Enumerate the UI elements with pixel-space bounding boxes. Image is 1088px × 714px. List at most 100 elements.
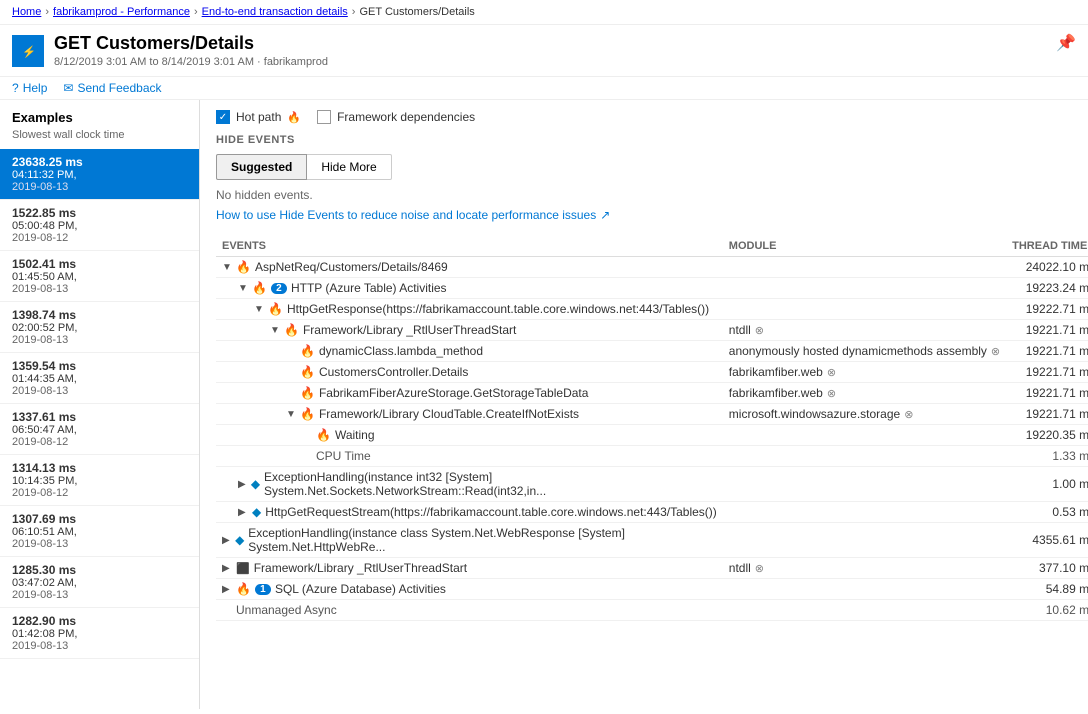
toggle-arrow[interactable]: ▶ (238, 507, 248, 518)
sidebar-item-1[interactable]: 1522.85 ms 05:00:48 PM, 2019-08-12 (0, 200, 199, 251)
table-row[interactable]: ▼ 🔥 2 HTTP (Azure Table) Activities 1922… (216, 278, 1088, 299)
sidebar-item-ms: 1314.13 ms (12, 461, 187, 475)
hot-path-flame-icon: 🔥 (287, 111, 301, 124)
module-cell (723, 257, 1006, 278)
table-header-row: EVENTS MODULE THREAD TIME TIMEL... (216, 236, 1088, 257)
hot-path-checkbox[interactable]: ✓ (216, 110, 230, 124)
sidebar-item-time: 01:42:08 PM, (12, 628, 187, 640)
table-row[interactable]: ▶ ⬛ Framework/Library _RtlUserThreadStar… (216, 558, 1088, 579)
hot-path-filter[interactable]: ✓ Hot path 🔥 (216, 110, 301, 124)
framework-deps-filter[interactable]: Framework dependencies (317, 110, 475, 124)
sidebar-item-date: 2019-08-12 (12, 436, 187, 448)
sidebar-item-5[interactable]: 1337.61 ms 06:50:47 AM, 2019-08-12 (0, 404, 199, 455)
sidebar-item-time: 03:47:02 AM, (12, 577, 187, 589)
toggle-arrow[interactable]: ▼ (286, 409, 296, 420)
breadcrumb-perf[interactable]: fabrikamprod - Performance (53, 6, 190, 18)
module-cell: ntdll ⊗ (723, 320, 1006, 341)
module-remove-icon[interactable]: ⊗ (991, 345, 1000, 358)
flame-icon: 🔥 (284, 323, 299, 337)
breadcrumb-home[interactable]: Home (12, 6, 41, 18)
sidebar-item-2[interactable]: 1502.41 ms 01:45:50 AM, 2019-08-13 (0, 251, 199, 302)
table-row[interactable]: 🔥 Waiting 19220.35 ms (216, 425, 1088, 446)
toggle-arrow[interactable]: ▶ (222, 535, 231, 546)
send-feedback-button[interactable]: ✉ Send Feedback (63, 81, 161, 95)
table-row[interactable]: ▶ ◆ ExceptionHandling(instance class Sys… (216, 523, 1088, 558)
thread-time-cell: 19220.35 ms (1006, 425, 1088, 446)
col-thread-time[interactable]: THREAD TIME (1006, 236, 1088, 257)
event-name-cell: Unmanaged Async (216, 600, 723, 621)
pin-icon[interactable]: 📌 (1056, 33, 1076, 53)
module-remove-icon[interactable]: ⊗ (827, 366, 836, 379)
sidebar-item-ms: 23638.25 ms (12, 155, 187, 169)
hide-events-label: HIDE EVENTS (216, 134, 1072, 146)
col-events: EVENTS (216, 236, 723, 257)
event-name: Unmanaged Async (236, 603, 337, 617)
event-name: CustomersController.Details (319, 365, 468, 379)
flame-icon: 🔥 (300, 386, 315, 400)
sidebar-item-7[interactable]: 1307.69 ms 06:10:51 AM, 2019-08-13 (0, 506, 199, 557)
module-remove-icon[interactable]: ⊗ (755, 324, 764, 337)
event-name-cell: 🔥 FabrikamFiberAzureStorage.GetStorageTa… (216, 383, 723, 404)
events-table: EVENTS MODULE THREAD TIME TIMEL... ▼ 🔥 A… (216, 236, 1088, 621)
module-cell (723, 600, 1006, 621)
sidebar-item-6[interactable]: 1314.13 ms 10:14:35 PM, 2019-08-12 (0, 455, 199, 506)
toggle-arrow[interactable]: ▼ (254, 304, 264, 315)
module-cell (723, 523, 1006, 558)
table-row[interactable]: 🔥 dynamicClass.lambda_method anonymously… (216, 341, 1088, 362)
breadcrumb-e2e[interactable]: End-to-end transaction details (202, 6, 348, 18)
breadcrumb-current: GET Customers/Details (359, 6, 474, 18)
table-row[interactable]: CPU Time 1.33 ms (216, 446, 1088, 467)
hide-more-button[interactable]: Hide More (307, 154, 391, 180)
thread-time-cell: 19221.71 ms (1006, 404, 1088, 425)
help-button[interactable]: ? Help (12, 81, 47, 95)
table-row[interactable]: ▶ 🔥 1 SQL (Azure Database) Activities 54… (216, 579, 1088, 600)
sidebar-item-date: 2019-08-13 (12, 283, 187, 295)
flame-icon: 🔥 (300, 365, 315, 379)
toggle-arrow[interactable]: ▼ (222, 262, 232, 273)
page-subtitle: 8/12/2019 3:01 AM to 8/14/2019 3:01 AM ·… (54, 56, 328, 68)
table-row[interactable]: 🔥 FabrikamFiberAzureStorage.GetStorageTa… (216, 383, 1088, 404)
sidebar-item-date: 2019-08-12 (12, 232, 187, 244)
table-row[interactable]: 🔥 CustomersController.Details fabrikamfi… (216, 362, 1088, 383)
event-name-cell: ▼ 🔥 Framework/Library _RtlUserThreadStar… (216, 320, 723, 341)
module-cell: fabrikamfiber.web ⊗ (723, 362, 1006, 383)
table-row[interactable]: ▼ 🔥 Framework/Library CloudTable.CreateI… (216, 404, 1088, 425)
help-icon: ? (12, 81, 19, 95)
table-row[interactable]: ▼ 🔥 Framework/Library _RtlUserThreadStar… (216, 320, 1088, 341)
sidebar-item-0[interactable]: 23638.25 ms 04:11:32 PM, 2019-08-13 (0, 149, 199, 200)
suggested-button[interactable]: Suggested (216, 154, 307, 180)
sidebar-item-3[interactable]: 1398.74 ms 02:00:52 PM, 2019-08-13 (0, 302, 199, 353)
sidebar-item-time: 10:14:35 PM, (12, 475, 187, 487)
sidebar-item-date: 2019-08-12 (12, 487, 187, 499)
sidebar-item-8[interactable]: 1285.30 ms 03:47:02 AM, 2019-08-13 (0, 557, 199, 608)
module-remove-icon[interactable]: ⊗ (755, 562, 764, 575)
toggle-arrow[interactable]: ▼ (238, 283, 248, 294)
table-row[interactable]: Unmanaged Async 10.62 ms (216, 600, 1088, 621)
sidebar-item-9[interactable]: 1282.90 ms 01:42:08 PM, 2019-08-13 (0, 608, 199, 659)
table-row[interactable]: ▶ ◆ ExceptionHandling(instance int32 [Sy… (216, 467, 1088, 502)
framework-deps-checkbox[interactable] (317, 110, 331, 124)
module-remove-icon[interactable]: ⊗ (827, 387, 836, 400)
table-row[interactable]: ▼ 🔥 AspNetReq/Customers/Details/8469 240… (216, 257, 1088, 278)
col-module: MODULE (723, 236, 1006, 257)
module-cell: anonymously hosted dynamicmethods assemb… (723, 341, 1006, 362)
event-name-cell: ▼ 🔥 AspNetReq/Customers/Details/8469 (216, 257, 723, 278)
toggle-arrow[interactable]: ▶ (222, 563, 232, 574)
module-remove-icon[interactable]: ⊗ (904, 408, 913, 421)
toggle-arrow[interactable]: ▶ (238, 479, 247, 490)
toolbar: ? Help ✉ Send Feedback (0, 77, 1088, 100)
table-row[interactable]: ▶ ◆ HttpGetRequestStream(https://fabrika… (216, 502, 1088, 523)
sidebar-subtitle: Slowest wall clock time (0, 129, 199, 149)
event-name-cell: ▼ 🔥 HttpGetResponse(https://fabrikamacco… (216, 299, 723, 320)
hide-events-buttons: Suggested Hide More (216, 154, 1072, 180)
table-row[interactable]: ▼ 🔥 HttpGetResponse(https://fabrikamacco… (216, 299, 1088, 320)
sidebar-item-4[interactable]: 1359.54 ms 01:44:35 AM, 2019-08-13 (0, 353, 199, 404)
hide-events-link[interactable]: How to use Hide Events to reduce noise a… (216, 208, 1072, 222)
event-name-cell: 🔥 Waiting (216, 425, 723, 446)
sidebar-item-date: 2019-08-13 (12, 181, 187, 193)
thread-time-cell: 377.10 ms (1006, 558, 1088, 579)
diamond-icon: ◆ (251, 477, 260, 491)
sidebar-title: Examples (0, 100, 199, 129)
toggle-arrow[interactable]: ▶ (222, 584, 232, 595)
toggle-arrow[interactable]: ▼ (270, 325, 280, 336)
